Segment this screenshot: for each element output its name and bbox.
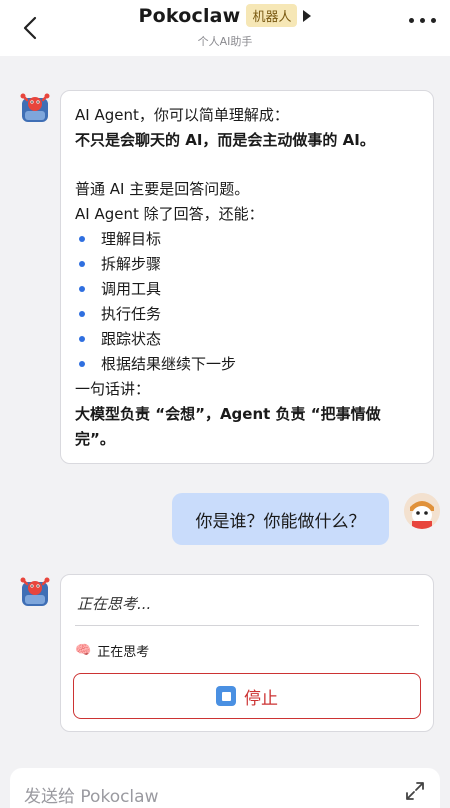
- top-nav-bar: Pokoclaw 机器人 个人AI助手: [0, 0, 450, 56]
- list-item-text: 理解目标: [101, 230, 162, 248]
- crab-robot-icon: [20, 577, 50, 606]
- list-item: 根据结果继续下一步: [79, 354, 236, 374]
- stop-icon: [216, 686, 236, 706]
- summary-line: 完”。: [75, 430, 115, 448]
- message-line: AI Agent，你可以简单理解成：: [75, 106, 289, 124]
- message-line: 普通 AI 主要是回答问题。: [75, 180, 250, 198]
- list-item: 调用工具: [79, 279, 161, 299]
- bot-badge: 机器人: [246, 4, 298, 27]
- expand-icon[interactable]: [404, 780, 426, 802]
- bullet-icon: [79, 311, 85, 317]
- stop-button[interactable]: 停止: [73, 673, 421, 719]
- list-item: 跟踪状态: [79, 329, 161, 349]
- play-caret-icon: [303, 9, 312, 22]
- bullet-icon: [79, 336, 85, 342]
- user-avatar[interactable]: [404, 493, 440, 529]
- stop-button-label: 停止: [244, 688, 278, 709]
- message-line-bold: 不只是会聊天的 AI，而是会主动做事的 AI。: [75, 131, 375, 149]
- divider: [75, 625, 419, 626]
- bot-thinking-card: 正在思考... 🧠 正在思考 停止: [60, 574, 434, 732]
- user-message-bubble[interactable]: 你是谁？你能做什么？: [172, 493, 389, 545]
- brain-icon: 🧠: [75, 643, 92, 658]
- message-line: AI Agent 除了回答，还能：: [75, 205, 264, 223]
- list-item: 理解目标: [79, 229, 161, 249]
- chat-subtitle: 个人AI助手: [197, 35, 253, 48]
- message-input[interactable]: 发送给 Pokoclaw: [24, 782, 158, 807]
- bullet-icon: [79, 261, 85, 267]
- message-composer[interactable]: 发送给 Pokoclaw: [10, 768, 440, 808]
- bot-avatar[interactable]: [19, 576, 51, 608]
- more-options-button[interactable]: [409, 18, 436, 23]
- list-item-text: 执行任务: [101, 305, 162, 323]
- list-item-text: 根据结果继续下一步: [101, 355, 237, 373]
- bullet-icon: [79, 361, 85, 367]
- list-item-text: 跟踪状态: [101, 330, 162, 348]
- list-item: 拆解步骤: [79, 254, 161, 274]
- thinking-status-text: 正在思考: [97, 645, 150, 660]
- bullet-icon: [79, 286, 85, 292]
- list-item-text: 拆解步骤: [101, 255, 162, 273]
- summary-line: 大模型负责 “会想”，Agent 负责 “把事情做: [75, 405, 381, 423]
- more-dot-icon: [420, 18, 425, 23]
- crab-robot-icon: [20, 93, 50, 122]
- chat-title: Pokoclaw: [138, 4, 241, 27]
- cartoon-avatar-icon: [404, 493, 440, 529]
- more-dot-icon: [431, 18, 436, 23]
- thinking-status: 🧠 正在思考: [75, 641, 149, 660]
- bullet-icon: [79, 236, 85, 242]
- summary-intro: 一句话讲：: [75, 380, 151, 398]
- bot-avatar[interactable]: [19, 92, 51, 124]
- list-item-text: 调用工具: [101, 280, 162, 298]
- bot-message-card: AI Agent，你可以简单理解成： 不只是会聊天的 AI，而是会主动做事的 A…: [60, 90, 434, 464]
- more-dot-icon: [409, 18, 414, 23]
- list-item: 执行任务: [79, 304, 161, 324]
- thinking-title: 正在思考...: [77, 595, 152, 613]
- chat-title-row[interactable]: Pokoclaw 机器人: [0, 4, 450, 27]
